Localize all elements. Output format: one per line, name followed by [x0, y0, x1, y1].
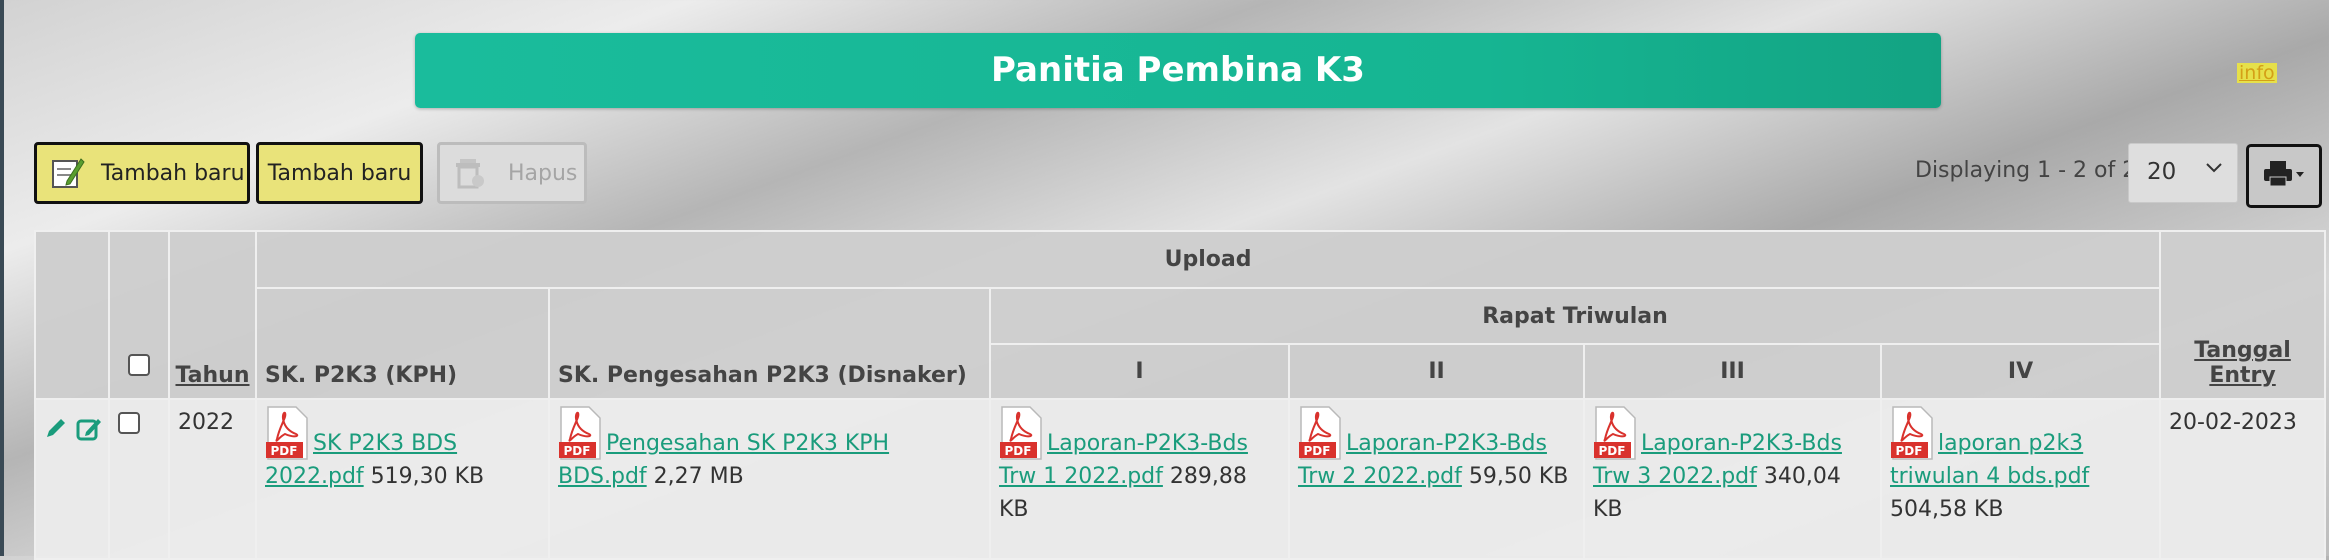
info-link[interactable]: info	[2237, 63, 2277, 83]
rapat-triwulan-header: Rapat Triwulan	[988, 287, 2162, 345]
page-size-value: 20	[2147, 159, 2177, 185]
svg-text:PDF: PDF	[1304, 444, 1331, 458]
quarter-2-header: II	[1288, 343, 1585, 400]
chevron-down-icon	[2205, 158, 2223, 183]
quarter-1-header: I	[989, 343, 1290, 400]
actions-header	[34, 230, 110, 400]
pdf-file-icon: PDF	[1593, 406, 1637, 460]
table-row: 2022 PDF SK P2K3 BDS 2022.pdf 519,30 KB P…	[34, 398, 2327, 560]
pagination-info: Displaying 1 - 2 of 2	[1915, 158, 2137, 183]
quarter-4-cell: PDF laporan p2k3 triwulan 4 bds.pdf 504,5…	[1879, 398, 2162, 560]
sk-p2k3-header: SK. P2K3 (KPH)	[255, 287, 550, 400]
select-all-header	[108, 230, 170, 400]
year-header-label: Tahun	[175, 363, 250, 388]
add-note-icon	[49, 155, 85, 191]
svg-text:PDF: PDF	[1599, 444, 1626, 458]
file-size: 59,50 KB	[1468, 464, 1569, 489]
printer-icon	[2262, 161, 2306, 191]
svg-text:PDF: PDF	[1896, 444, 1923, 458]
pdf-file-icon: PDF	[1298, 406, 1342, 460]
add-new-button-2[interactable]: Tambah baru	[256, 142, 423, 204]
page-size-select[interactable]: 20	[2128, 143, 2238, 203]
year-header[interactable]: Tahun	[168, 230, 257, 400]
quarter-1-cell: PDF Laporan-P2K3-Bds Trw 1 2022.pdf 289,8…	[989, 398, 1290, 560]
edit-form-icon[interactable]	[76, 416, 102, 452]
page-banner: Panitia Pembina K3 info	[415, 33, 2277, 108]
entry-date-cell: 20-02-2023	[2159, 398, 2327, 560]
entry-date-header[interactable]: Tanggal Entry	[2159, 230, 2327, 400]
delete-label: Hapus	[508, 160, 578, 186]
sk-pengesahan-cell: PDF Pengesahan SK P2K3 KPH BDS.pdf 2,27 M…	[548, 398, 991, 560]
data-table: Tahun Upload Tanggal Entry SK. P2K3 (KPH…	[34, 230, 2327, 560]
quarter-2-cell: PDF Laporan-P2K3-Bds Trw 2 2022.pdf 59,50…	[1288, 398, 1585, 560]
add-new-label-2: Tambah baru	[267, 160, 412, 186]
pdf-file-icon: PDF	[558, 406, 602, 460]
add-new-button[interactable]: Tambah baru	[34, 142, 250, 204]
pdf-file-icon: PDF	[1890, 406, 1934, 460]
svg-text:PDF: PDF	[564, 444, 591, 458]
pencil-icon[interactable]	[44, 416, 68, 452]
sk-pengesahan-header: SK. Pengesahan P2K3 (Disnaker)	[548, 287, 991, 400]
file-size: 504,58 KB	[1890, 497, 2004, 522]
file-size: 2,27 MB	[653, 464, 744, 489]
row-select-cell	[108, 398, 170, 560]
trash-icon	[452, 155, 488, 191]
row-actions	[34, 398, 110, 560]
file-size: 519,30 KB	[370, 464, 485, 489]
quarter-3-cell: PDF Laporan-P2K3-Bds Trw 3 2022.pdf 340,0…	[1583, 398, 1882, 560]
row-checkbox[interactable]	[118, 412, 140, 434]
page-title: Panitia Pembina K3	[991, 50, 1365, 90]
upload-header: Upload	[254, 230, 2162, 289]
add-new-label: Tambah baru	[101, 160, 245, 186]
print-button[interactable]	[2246, 144, 2322, 208]
svg-text:PDF: PDF	[271, 444, 298, 458]
pdf-file-icon: PDF	[265, 406, 309, 460]
sk-p2k3-cell: PDF SK P2K3 BDS 2022.pdf 519,30 KB	[255, 398, 550, 560]
year-cell: 2022	[168, 398, 257, 560]
select-all-checkbox[interactable]	[128, 354, 150, 376]
quarter-3-header: III	[1583, 343, 1882, 400]
quarter-4-header: IV	[1879, 343, 2162, 400]
svg-text:PDF: PDF	[1005, 444, 1032, 458]
delete-button[interactable]: Hapus	[437, 142, 587, 204]
window-edge	[0, 0, 4, 556]
entry-date-header-label: Tanggal Entry	[2194, 338, 2291, 388]
pdf-file-icon: PDF	[999, 406, 1043, 460]
